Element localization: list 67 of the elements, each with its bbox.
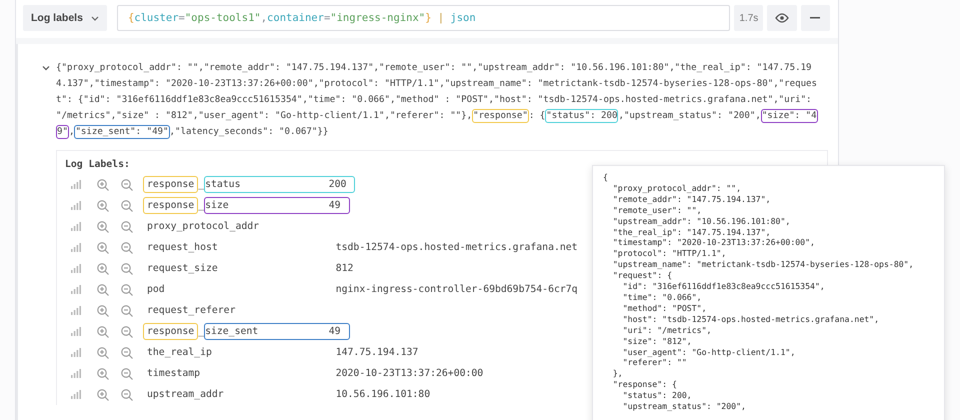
label-separator: _ [198,200,204,211]
json-text: { "proxy_protocol_addr": "", "remote_addr": "147.75.194.137", "remote_user": "", "upstream_addr": "10.56.196.101:80", "the_real_ip": "147.75.194.137", "timestamp": "2020-10-23T13:37:26+00:00", "protocol": "HTTP/1.1", "upstream_name": "metrictank-tsdb-12574-byseries-128-ops-80", "request": { "id": "316ef6116ddf1e83c8ea9ccc51615354", "time": "0.066", "method": "POST", "host": "tsdb-12574-ops.hosted-metrics.grafana.net", "uri": "/metrics", "size": "812", "user_agent": "Go-http-client/1.1", "referer": "" }, "response": { "status": 200, "upstream_status": "200", [603,172,915,412]
zoom-in-icon[interactable] [97,262,109,274]
label-value: 147.75.194.137 [336,347,418,358]
zoom-in-icon[interactable] [97,242,109,254]
zoom-in-icon[interactable] [97,368,109,380]
label-key: upstream_addr [143,389,336,400]
zoom-out-icon[interactable] [121,284,133,296]
zoom-in-icon[interactable] [97,200,109,212]
log-line-text: {"proxy_protocol_addr": "","remote_addr": "147.75.194.137","remote_user": "","upstream_addr": "10.56.196.101:80","the_real_ip": "147.75.19 4.137","timestamp": "2020-10-23T13:37:26+00:00","protocol": "HTTP/1.1","upstream_name": "metrictank-tsdb-12574-byseries-128-ops-80","reques t": {"id": "316ef6116ddf1e83c8ea9ccc51615354","time": "0.066","method" : "POST","host": "tsdb-12574-ops.hosted-metrics.grafana.net","uri": "/metrics","size" : "812","user_agent": "Go-http-client/1.1","referer": ""},"response": {"status": 200,"upstream_status": "200","size": "4 9","size_sent": "49","latency_seconds": "0.067"}} [56,62,818,140]
bar-chart-icon[interactable] [71,243,81,252]
label-key: the_real_ip [143,347,336,358]
label-value: 10.56.196.101:80 [336,389,430,400]
zoom-in-icon[interactable] [97,178,109,190]
bar-chart-icon[interactable] [71,348,81,357]
label-key: request_referer [143,305,336,316]
minus-icon [810,17,820,19]
label-value: nginx-ingress-controller-69bd69b754-6cr7q [336,284,578,295]
label-key: timestamp [143,368,336,379]
label-value: 812 [336,263,354,274]
bar-chart-icon[interactable] [71,201,81,210]
eye-button[interactable] [767,5,797,31]
bar-chart-icon[interactable] [71,264,81,273]
zoom-out-icon[interactable] [121,388,133,400]
zoom-in-icon[interactable] [97,388,109,400]
label-separator: _ [198,179,204,190]
zoom-out-icon[interactable] [121,346,133,358]
zoom-in-icon[interactable] [97,220,109,232]
bar-chart-icon[interactable] [71,369,81,378]
label-key: proxy_protocol_addr [143,221,336,232]
zoom-out-icon[interactable] [121,368,133,380]
label-value: 2020-10-23T13:37:26+00:00 [336,368,484,379]
bar-chart-icon[interactable] [71,222,81,231]
zoom-in-icon[interactable] [97,326,109,338]
bar-chart-icon[interactable] [71,327,81,336]
bar-chart-icon[interactable] [71,180,81,189]
zoom-out-icon[interactable] [121,326,133,338]
log-labels-button[interactable]: Log labels [23,5,107,31]
zoom-in-icon[interactable] [97,284,109,296]
query-field[interactable]: {cluster="ops-tools1",container="ingress-nginx"} | json [116,5,730,31]
label-key: pod [143,284,336,295]
eye-icon [775,13,790,23]
highlighted-label: size_sent 49 [204,323,350,340]
label-key: request_host [143,242,336,253]
highlighted-label: status 200 [204,176,356,193]
duration-button[interactable]: 1.7s [734,5,764,31]
label-key: request_size [143,263,336,274]
bar-chart-icon[interactable] [71,285,81,294]
bar-chart-icon[interactable] [71,306,81,315]
caret-icon [90,16,99,20]
log-labels-title: Log Labels: [65,159,131,170]
label-prefix: response [143,323,198,340]
zoom-out-icon[interactable] [121,242,133,254]
bar-chart-icon[interactable] [71,390,81,399]
zoom-in-icon[interactable] [97,346,109,358]
label-separator: _ [198,326,204,337]
zoom-out-icon[interactable] [121,304,133,316]
chevron-icon[interactable] [42,65,50,71]
zoom-in-icon[interactable] [97,304,109,316]
zoom-out-icon[interactable] [121,200,133,212]
zoom-out-icon[interactable] [121,178,133,190]
zoom-out-icon[interactable] [121,262,133,274]
label-prefix: response [143,197,198,214]
label-value: tsdb-12574-ops.hosted-metrics.grafana.net [336,242,578,253]
highlighted-label: size 49 [204,197,350,214]
label-prefix: response [143,176,198,193]
zoom-out-icon[interactable] [121,220,133,232]
